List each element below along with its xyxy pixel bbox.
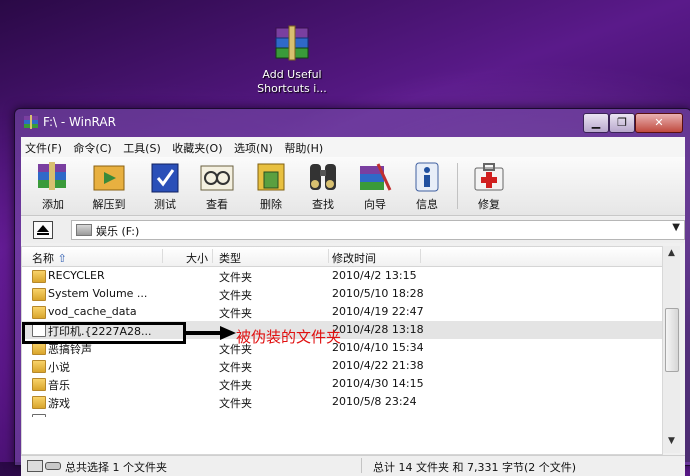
folder-icon [32, 306, 46, 319]
info-button[interactable]: 信息 [403, 160, 451, 212]
toolbar-label: 修复 [478, 198, 500, 211]
delete-button[interactable]: 删除 [247, 160, 295, 212]
folder-icon [32, 288, 46, 301]
repair-icon [470, 160, 508, 194]
annotation-arrow-icon [186, 326, 236, 340]
winrar-app-icon [23, 115, 39, 129]
table-row[interactable]: vod_cache_data 文件夹 2010/4/19 22:47 [22, 303, 662, 321]
key-icon[interactable] [45, 462, 61, 470]
scroll-down-icon[interactable]: ▼ [664, 436, 679, 451]
toolbar-label: 信息 [416, 198, 438, 211]
view-icon [198, 160, 236, 194]
chevron-down-icon[interactable]: ▼ [672, 222, 680, 233]
test-icon [146, 160, 184, 194]
window-client: 文件(F) 命令(C) 工具(S) 收藏夹(O) 选项(N) 帮助(H) 添加 … [21, 137, 685, 476]
delete-icon [252, 160, 290, 194]
add-button[interactable]: 添加 [29, 160, 77, 212]
table-row[interactable]: 游戏 文件夹 2010/5/8 23:24 [22, 393, 662, 411]
folder-icon [32, 396, 46, 409]
repair-button[interactable]: 修复 [465, 160, 513, 212]
status-selection: 总共选择 1 个文件夹 [65, 461, 167, 474]
table-row-partial[interactable] [22, 411, 662, 417]
table-row[interactable]: 小说 文件夹 2010/4/22 21:38 [22, 357, 662, 375]
vertical-scrollbar[interactable]: ▲ ▼ [662, 246, 680, 453]
file-list: 名称 ⇧ 大小 类型 修改时间 RECYCLER 文件夹 2010/4/2 13:1… [21, 246, 663, 455]
desktop-icon-label: Add Useful Shortcuts i... [257, 68, 327, 95]
menu-options[interactable]: 选项(N) [230, 137, 277, 156]
menu-favorites[interactable]: 收藏夹(O) [168, 137, 226, 156]
winrar-window: F:\ - WinRAR ▁ ❐ ✕ 文件(F) 命令(C) 工具(S) 收藏夹… [14, 108, 690, 476]
test-button[interactable]: 测试 [141, 160, 189, 212]
toolbar-label: 添加 [42, 198, 64, 211]
toolbar-label: 查看 [206, 198, 228, 211]
menu-tools[interactable]: 工具(S) [119, 137, 165, 156]
toolbar-label: 向导 [364, 198, 386, 211]
wizard-button[interactable]: 向导 [351, 160, 399, 212]
menu-command[interactable]: 命令(C) [69, 137, 115, 156]
menu-bar: 文件(F) 命令(C) 工具(S) 收藏夹(O) 选项(N) 帮助(H) [21, 137, 685, 157]
file-icon [32, 414, 46, 417]
close-button[interactable]: ✕ [635, 113, 683, 133]
extract-to-button[interactable]: 解压到 [85, 160, 133, 212]
window-title: F:\ - WinRAR [43, 115, 116, 129]
annotation-box [22, 322, 186, 344]
up-arrow-icon [37, 225, 49, 235]
up-folder-button[interactable] [33, 221, 53, 239]
desktop-shortcut[interactable]: Add Useful Shortcuts i... [250, 22, 334, 96]
address-bar: 娱乐 (F:) ▼ [21, 217, 685, 243]
find-icon [304, 160, 342, 194]
path-value: 娱乐 (F:) [96, 225, 140, 238]
column-type-header[interactable]: 类型 [219, 250, 241, 266]
table-row[interactable]: System Volume ... 文件夹 2010/5/10 18:28 [22, 285, 662, 303]
toolbar-label: 查找 [312, 198, 334, 211]
table-row[interactable]: RECYCLER 文件夹 2010/4/2 13:15 [22, 267, 662, 285]
folder-icon [32, 378, 46, 391]
view-button[interactable]: 查看 [193, 160, 241, 212]
column-name-header[interactable]: 名称 ⇧ [32, 250, 67, 266]
find-button[interactable]: 查找 [299, 160, 347, 212]
winrar-archive-icon [272, 22, 312, 62]
column-modified-header[interactable]: 修改时间 [332, 250, 376, 266]
maximize-button[interactable]: ❐ [609, 113, 635, 133]
title-bar[interactable]: F:\ - WinRAR ▁ ❐ ✕ [15, 109, 690, 135]
toolbar-label: 解压到 [92, 198, 126, 211]
status-bar: 总共选择 1 个文件夹 总计 14 文件夹 和 7,331 字节(2 个文件) [21, 455, 685, 476]
folder-icon [32, 270, 46, 283]
info-icon [408, 160, 446, 194]
status-total: 总计 14 文件夹 和 7,331 字节(2 个文件) [373, 461, 577, 474]
drive-icon [76, 224, 92, 236]
table-row[interactable]: 音乐 文件夹 2010/4/30 14:15 [22, 375, 662, 393]
add-archive-icon [34, 160, 72, 194]
minimize-button[interactable]: ▁ [583, 113, 609, 133]
column-size-header[interactable]: 大小 [186, 250, 208, 266]
toolbar-label: 删除 [260, 198, 282, 211]
folder-icon [32, 360, 46, 373]
path-combobox[interactable]: 娱乐 (F:) ▼ [71, 220, 685, 240]
wizard-icon [356, 160, 394, 194]
list-header: 名称 ⇧ 大小 类型 修改时间 [22, 247, 662, 267]
toolbar: 添加 解压到 测试 查看 删除 查找 向导 信息 修复 [21, 157, 685, 216]
sort-arrow-icon: ⇧ [57, 252, 67, 265]
toolbar-label: 测试 [154, 198, 176, 211]
extract-to-icon [90, 160, 128, 194]
menu-help[interactable]: 帮助(H) [280, 137, 327, 156]
annotation-text: 被伪装的文件夹 [236, 328, 342, 346]
toolbar-separator [457, 163, 458, 209]
scroll-thumb[interactable] [665, 308, 679, 372]
scroll-up-icon[interactable]: ▲ [664, 248, 679, 263]
menu-file[interactable]: 文件(F) [21, 137, 66, 156]
